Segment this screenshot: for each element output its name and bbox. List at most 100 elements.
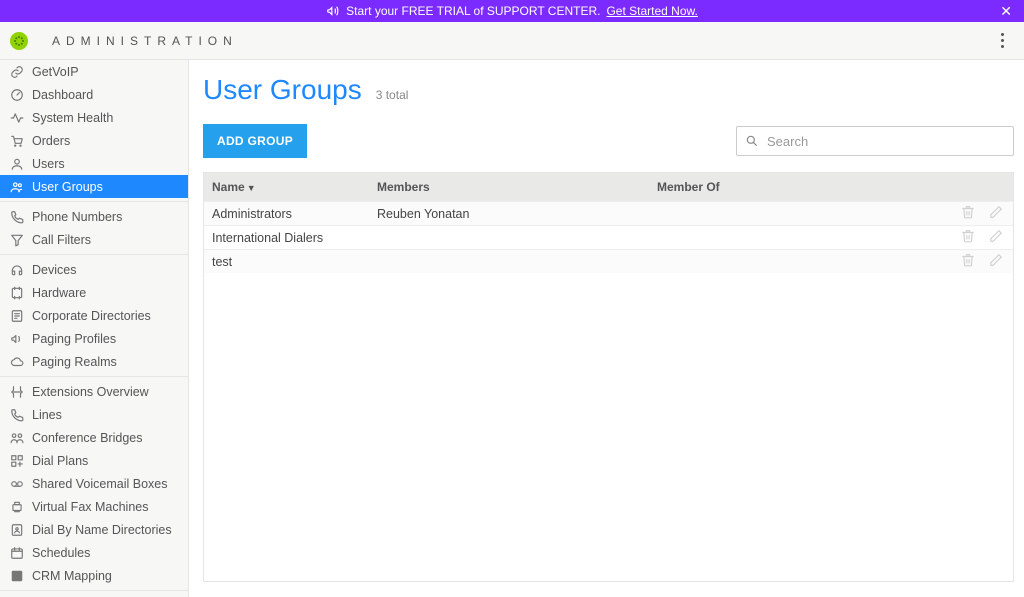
sidebar-item-label: Shared Voicemail Boxes <box>32 477 168 491</box>
phone-icon <box>8 210 26 224</box>
sidebar-item-label: CRM Mapping <box>32 569 112 583</box>
svg-text:Z: Z <box>15 573 20 580</box>
sidebar-item-getvoip[interactable]: GetVoIP <box>0 60 188 83</box>
megaphone-icon <box>8 332 26 346</box>
add-group-button[interactable]: ADD GROUP <box>203 124 307 158</box>
table-row[interactable]: International Dialers <box>204 225 1013 249</box>
sidebar-separator <box>0 590 188 591</box>
sidebar-item-call-filters[interactable]: Call Filters <box>0 228 188 251</box>
link-icon <box>8 65 26 79</box>
extensions-icon <box>8 385 26 399</box>
sidebar-item-devices[interactable]: Devices <box>0 258 188 281</box>
table-row[interactable]: test <box>204 249 1013 273</box>
sidebar-item-label: Conference Bridges <box>32 431 142 445</box>
search-icon <box>745 134 759 148</box>
sidebar-item-users[interactable]: Users <box>0 152 188 175</box>
sidebar-item-label: Paging Profiles <box>32 332 116 346</box>
banner-text: Start your FREE TRIAL of SUPPORT CENTER. <box>346 4 600 18</box>
more-menu-icon[interactable] <box>990 29 1014 53</box>
conference-icon <box>8 431 26 445</box>
sidebar-item-label: Dashboard <box>32 88 93 102</box>
pencil-icon[interactable] <box>989 205 1003 222</box>
col-header-memberof[interactable]: Member Of <box>649 180 933 194</box>
sidebar-separator <box>0 254 188 255</box>
headset-icon <box>8 263 26 277</box>
sidebar-separator <box>0 376 188 377</box>
fax-icon <box>8 500 26 514</box>
cell-members: Reuben Yonatan <box>369 207 649 221</box>
crm-icon: Z <box>8 569 26 583</box>
sidebar-item-phone-numbers[interactable]: Phone Numbers <box>0 205 188 228</box>
megaphone-icon <box>326 4 340 18</box>
sidebar-item-label: Dial By Name Directories <box>32 523 172 537</box>
table-row[interactable]: AdministratorsReuben Yonatan <box>204 201 1013 225</box>
sidebar-item-label: Paging Realms <box>32 355 117 369</box>
sidebar-item-extensions-overview[interactable]: Extensions Overview <box>0 380 188 403</box>
sidebar-item-crm-mapping[interactable]: Z CRM Mapping <box>0 564 188 587</box>
search-input[interactable] <box>767 134 1005 149</box>
pulse-icon <box>8 111 26 125</box>
voicemail-icon <box>8 477 26 491</box>
pencil-icon[interactable] <box>989 253 1003 270</box>
dial-by-name-icon <box>8 523 26 537</box>
search-box[interactable] <box>736 126 1014 156</box>
trash-icon[interactable] <box>961 205 975 222</box>
sidebar-item-label: Virtual Fax Machines <box>32 500 149 514</box>
sidebar-item-dial-plans[interactable]: Dial Plans <box>0 449 188 472</box>
groups-table: Name▼ Members Member Of AdministratorsRe… <box>203 172 1014 582</box>
sidebar-item-label: GetVoIP <box>32 65 79 79</box>
sidebar-item-label: Users <box>32 157 65 171</box>
logo-icon[interactable] <box>10 32 28 50</box>
pencil-icon[interactable] <box>989 229 1003 246</box>
sidebar-item-label: Corporate Directories <box>32 309 151 323</box>
directory-icon <box>8 309 26 323</box>
sidebar-item-paging-profiles[interactable]: Paging Profiles <box>0 327 188 350</box>
col-header-members[interactable]: Members <box>369 180 649 194</box>
sidebar-item-orders[interactable]: Orders <box>0 129 188 152</box>
sidebar-item-system-health[interactable]: System Health <box>0 106 188 129</box>
dialplan-icon <box>8 454 26 468</box>
sidebar-item-paging-realms[interactable]: Paging Realms <box>0 350 188 373</box>
main-content: User Groups 3 total ADD GROUP Name▼ Memb… <box>189 60 1024 597</box>
cell-name: International Dialers <box>204 231 369 245</box>
sidebar-item-schedules[interactable]: Schedules <box>0 541 188 564</box>
sidebar-item-label: User Groups <box>32 180 103 194</box>
sidebar-item-label: Orders <box>32 134 70 148</box>
user-icon <box>8 157 26 171</box>
table-header: Name▼ Members Member Of <box>204 173 1013 201</box>
sidebar-item-label: Call Filters <box>32 233 91 247</box>
app-title: ADMINISTRATION <box>52 34 238 48</box>
page-subtitle: 3 total <box>376 88 409 102</box>
close-icon[interactable]: ✕ <box>1000 3 1012 20</box>
schedule-icon <box>8 546 26 560</box>
line-phone-icon <box>8 408 26 422</box>
sidebar-item-shared-voicemail-boxes[interactable]: Shared Voicemail Boxes <box>0 472 188 495</box>
sidebar-item-label: Lines <box>32 408 62 422</box>
dashboard-icon <box>8 88 26 102</box>
trash-icon[interactable] <box>961 253 975 270</box>
col-header-name[interactable]: Name▼ <box>204 180 369 194</box>
sidebar-item-conference-bridges[interactable]: Conference Bridges <box>0 426 188 449</box>
banner-link[interactable]: Get Started Now. <box>606 4 697 18</box>
sidebar-item-label: Devices <box>32 263 76 277</box>
sidebar: GetVoIP Dashboard System Health Orders Users… <box>0 60 189 597</box>
sidebar-item-corporate-directories[interactable]: Corporate Directories <box>0 304 188 327</box>
sidebar-item-dashboard[interactable]: Dashboard <box>0 83 188 106</box>
trial-banner: Start your FREE TRIAL of SUPPORT CENTER.… <box>0 0 1024 22</box>
sidebar-item-virtual-fax-machines[interactable]: Virtual Fax Machines <box>0 495 188 518</box>
cloud-icon <box>8 355 26 369</box>
cart-icon <box>8 134 26 148</box>
cell-name: test <box>204 255 369 269</box>
sidebar-item-label: Schedules <box>32 546 90 560</box>
sidebar-item-label: Phone Numbers <box>32 210 122 224</box>
sidebar-separator <box>0 201 188 202</box>
sidebar-item-dial-by-name-directories[interactable]: Dial By Name Directories <box>0 518 188 541</box>
hardware-icon <box>8 286 26 300</box>
sidebar-item-label: Extensions Overview <box>32 385 149 399</box>
sidebar-item-user-groups[interactable]: User Groups <box>0 175 188 198</box>
sidebar-item-hardware[interactable]: Hardware <box>0 281 188 304</box>
page-title: User Groups <box>203 74 362 106</box>
trash-icon[interactable] <box>961 229 975 246</box>
sidebar-item-label: System Health <box>32 111 113 125</box>
sidebar-item-lines[interactable]: Lines <box>0 403 188 426</box>
